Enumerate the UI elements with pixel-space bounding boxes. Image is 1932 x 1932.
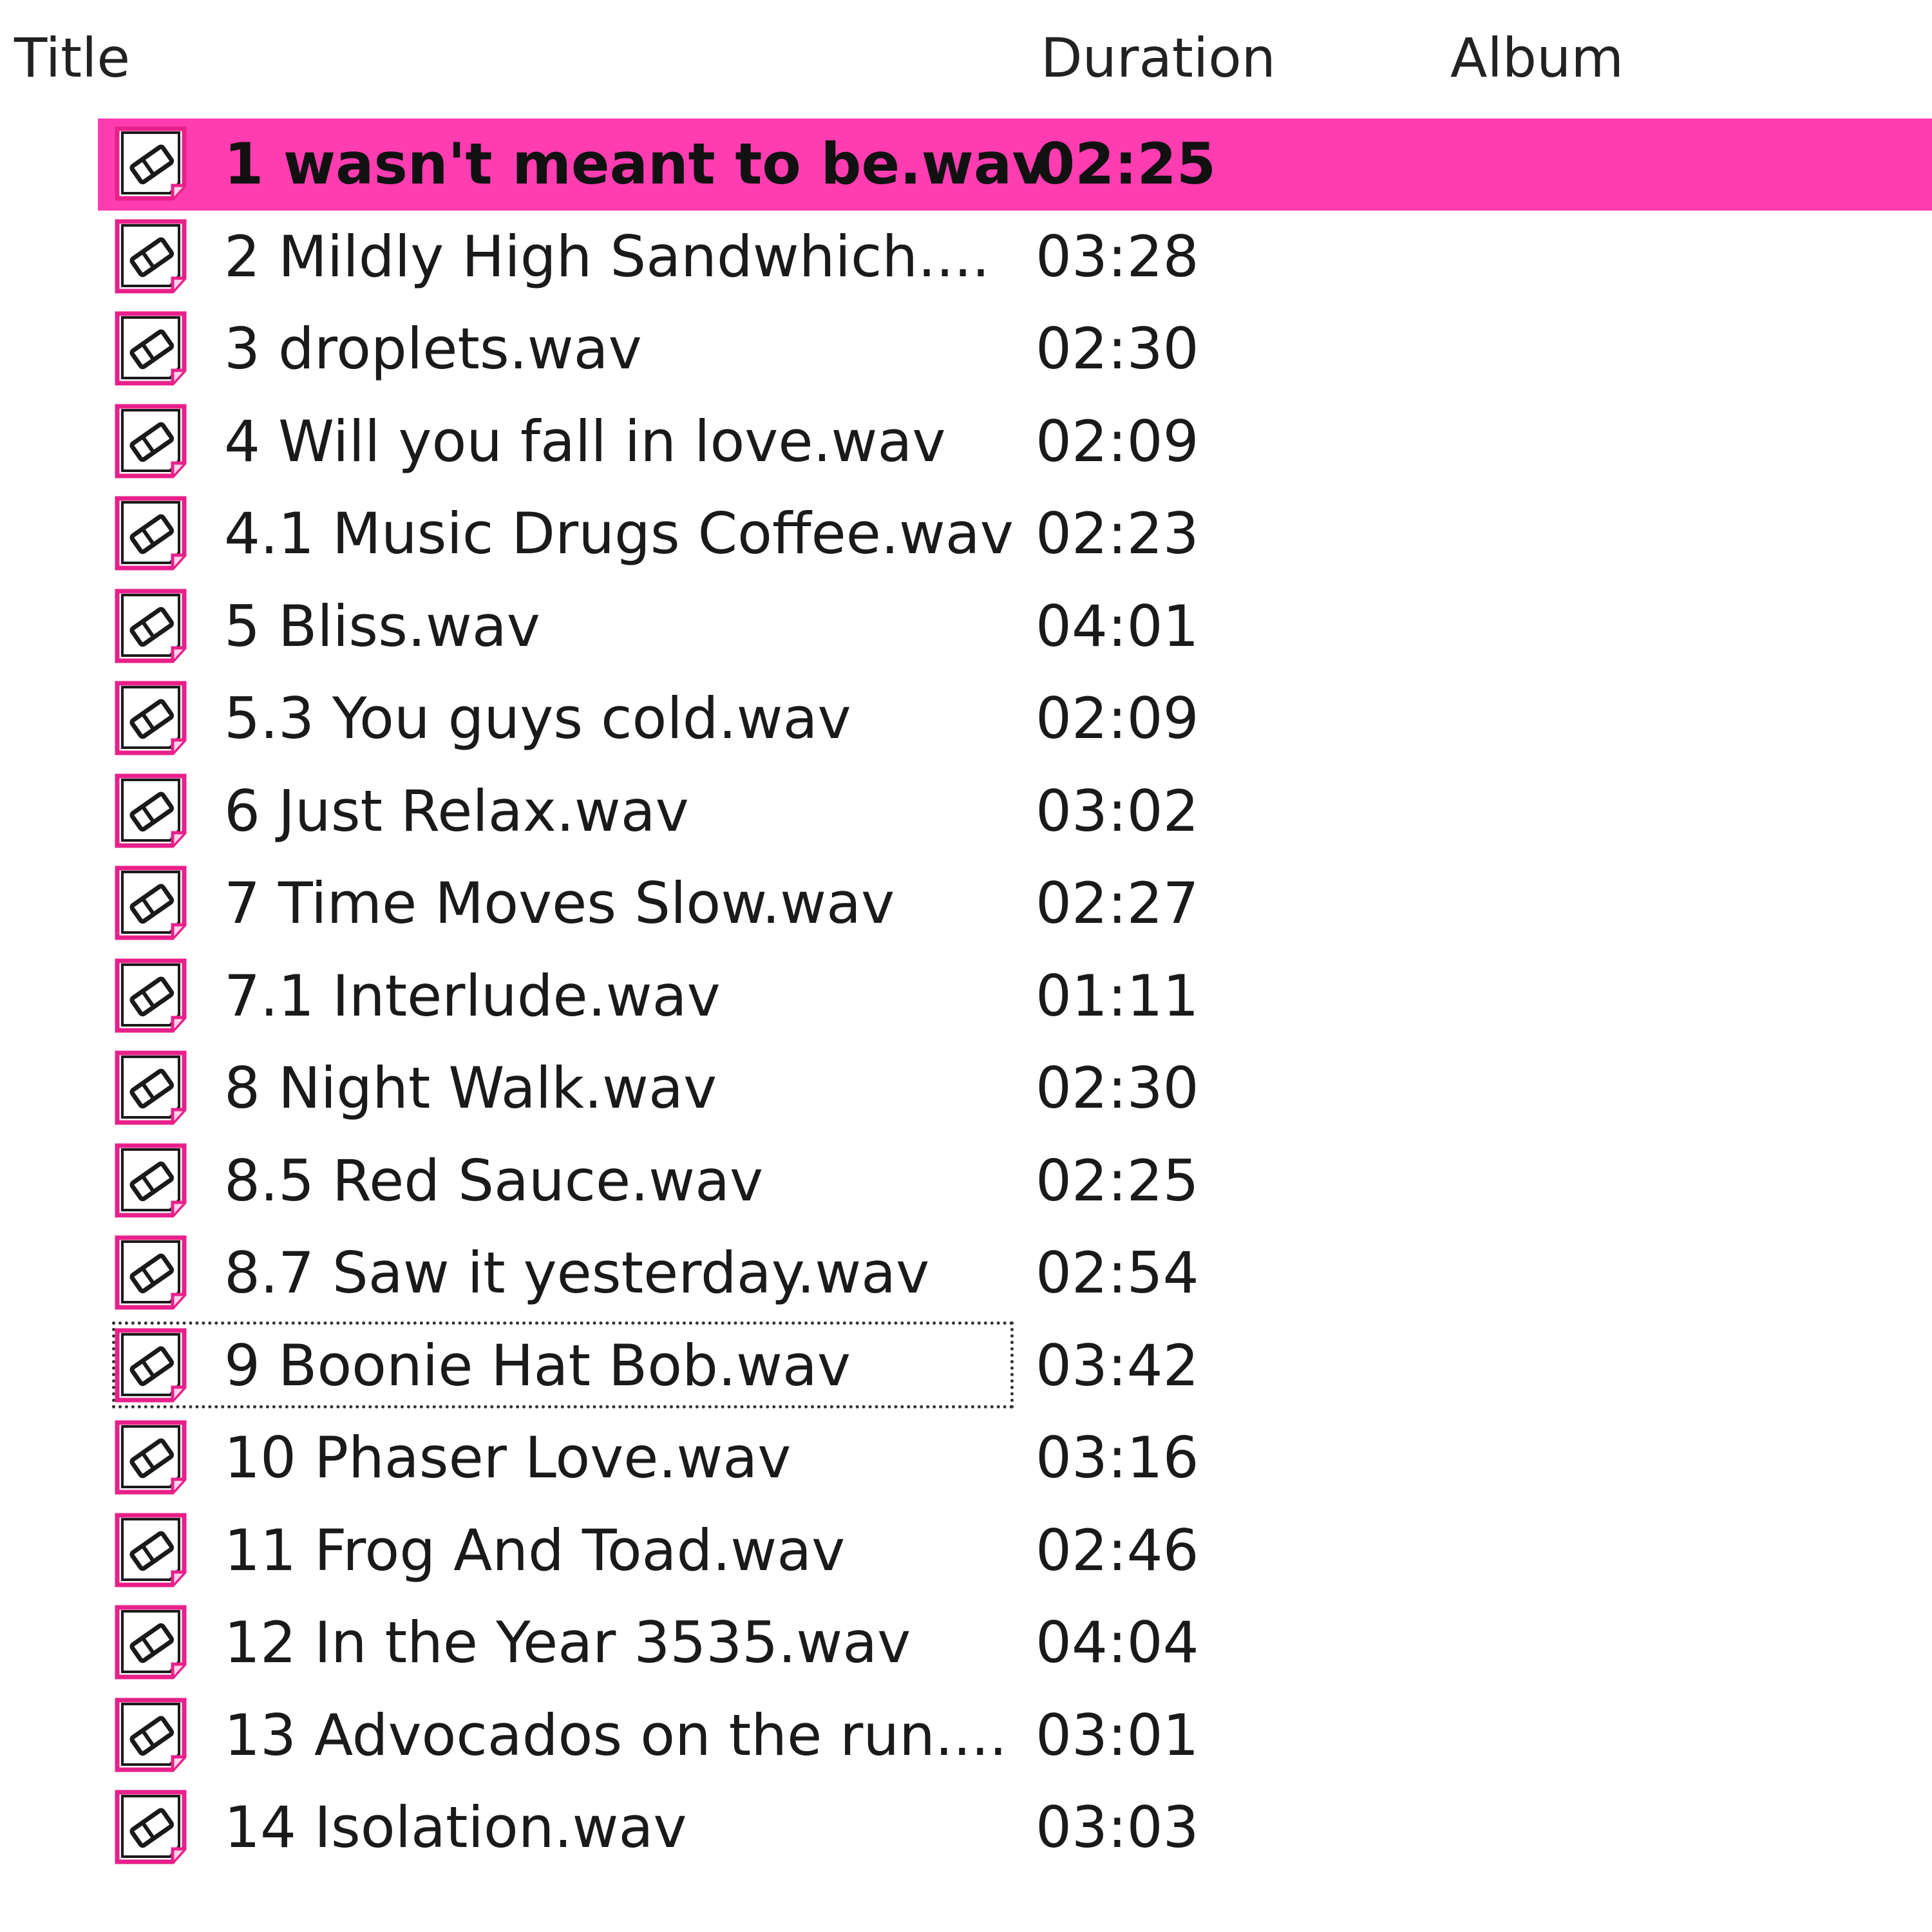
- audio-file-icon: [113, 1235, 191, 1311]
- audio-file-icon: [113, 866, 191, 942]
- track-duration: 04:04: [1036, 1609, 1199, 1676]
- audio-file-icon: [113, 1328, 191, 1404]
- audio-file-icon: [113, 126, 191, 202]
- track-duration: 03:16: [1036, 1425, 1199, 1491]
- track-title: 3 droplets.wav: [224, 316, 642, 382]
- track-row[interactable]: 5 Bliss.wav 04:01: [98, 581, 1932, 673]
- track-duration: 03:02: [1036, 778, 1199, 844]
- track-row[interactable]: 5.3 You guys cold.wav 02:09: [98, 673, 1932, 765]
- track-title: 14 Isolation.wav: [224, 1794, 687, 1861]
- audio-file-icon: [113, 1698, 191, 1774]
- track-duration: 04:01: [1036, 593, 1199, 659]
- audio-file-icon: [113, 1050, 191, 1126]
- track-row[interactable]: 11 Frog And Toad.wav 02:46: [98, 1505, 1932, 1597]
- audio-file-icon: [113, 681, 191, 757]
- track-row[interactable]: 4 Will you fall in love.wav 02:09: [98, 396, 1932, 488]
- track-title: 4 Will you fall in love.wav: [224, 408, 946, 475]
- track-row[interactable]: 3 droplets.wav 02:30: [98, 303, 1932, 395]
- audio-file-icon: [113, 1420, 191, 1496]
- audio-file-icon: [113, 1143, 191, 1219]
- track-row[interactable]: 6 Just Relax.wav 03:02: [98, 766, 1932, 858]
- track-title: 9 Boonie Hat Bob.wav: [224, 1332, 851, 1399]
- column-header-title[interactable]: Title: [14, 26, 130, 90]
- track-title: 12 In the Year 3535.wav: [224, 1609, 911, 1676]
- track-duration: 02:30: [1036, 316, 1199, 382]
- track-row[interactable]: 14 Isolation.wav 03:03: [98, 1782, 1932, 1874]
- track-row[interactable]: 7 Time Moves Slow.wav 02:27: [98, 858, 1932, 950]
- track-title: 7.1 Interlude.wav: [224, 963, 721, 1029]
- track-duration: 03:03: [1036, 1794, 1199, 1861]
- track-row[interactable]: 2 Mildly High Sandwhich.... 03:28: [98, 211, 1932, 303]
- track-title: 8.7 Saw it yesterday.wav: [224, 1240, 930, 1306]
- audio-file-icon: [113, 1790, 191, 1866]
- track-row[interactable]: 8.5 Red Sauce.wav 02:25: [98, 1135, 1932, 1227]
- track-row[interactable]: 1 wasn't meant to be.wav 02:25: [98, 118, 1932, 211]
- track-title: 1 wasn't meant to be.wav: [224, 131, 1049, 197]
- audio-file-icon: [113, 219, 191, 295]
- track-duration: 01:11: [1036, 963, 1199, 1029]
- track-title: 4.1 Music Drugs Coffee.wav: [224, 500, 1014, 567]
- track-title: 7 Time Moves Slow.wav: [224, 870, 895, 936]
- track-duration: 02:54: [1036, 1240, 1199, 1306]
- track-row[interactable]: 13 Advocados on the run.... 03:01: [98, 1690, 1932, 1782]
- track-row[interactable]: 10 Phaser Love.wav 03:16: [98, 1412, 1932, 1504]
- track-row[interactable]: 8 Night Walk.wav 02:30: [98, 1043, 1932, 1135]
- audio-file-icon: [113, 496, 191, 572]
- track-title: 11 Frog And Toad.wav: [224, 1517, 846, 1584]
- column-header-bar: Title Duration Album: [0, 0, 1932, 109]
- audio-file-icon: [113, 958, 191, 1034]
- track-duration: 02:23: [1036, 500, 1199, 567]
- track-title: 13 Advocados on the run....: [224, 1702, 1007, 1768]
- audio-file-icon: [113, 1605, 191, 1681]
- column-header-duration[interactable]: Duration: [1041, 26, 1276, 90]
- audio-file-icon: [113, 404, 191, 480]
- track-title: 5.3 You guys cold.wav: [224, 685, 851, 752]
- track-title: 5 Bliss.wav: [224, 593, 540, 659]
- track-duration: 03:01: [1036, 1702, 1199, 1768]
- track-duration: 03:28: [1036, 223, 1199, 290]
- column-header-album[interactable]: Album: [1450, 26, 1624, 90]
- track-title: 2 Mildly High Sandwhich....: [224, 223, 990, 290]
- track-duration: 02:46: [1036, 1517, 1199, 1584]
- track-duration: 02:09: [1036, 408, 1199, 475]
- audio-file-icon: [113, 1513, 191, 1589]
- track-row[interactable]: 12 In the Year 3535.wav 04:04: [98, 1597, 1932, 1689]
- track-title: 10 Phaser Love.wav: [224, 1425, 791, 1491]
- track-duration: 02:25: [1036, 131, 1217, 197]
- track-title: 8.5 Red Sauce.wav: [224, 1148, 764, 1214]
- track-row[interactable]: 8.7 Saw it yesterday.wav 02:54: [98, 1227, 1932, 1320]
- audio-file-icon: [113, 773, 191, 849]
- track-row[interactable]: 9 Boonie Hat Bob.wav 03:42: [98, 1320, 1932, 1412]
- track-duration: 02:25: [1036, 1148, 1199, 1214]
- track-title: 8 Night Walk.wav: [224, 1055, 717, 1121]
- track-title: 6 Just Relax.wav: [224, 778, 689, 844]
- track-duration: 02:09: [1036, 685, 1199, 752]
- track-row[interactable]: 7.1 Interlude.wav 01:11: [98, 951, 1932, 1043]
- track-duration: 02:27: [1036, 870, 1199, 936]
- track-duration: 03:42: [1036, 1332, 1199, 1399]
- audio-file-icon: [113, 589, 191, 665]
- track-duration: 02:30: [1036, 1055, 1199, 1121]
- audio-file-icon: [113, 311, 191, 387]
- track-row[interactable]: 4.1 Music Drugs Coffee.wav 02:23: [98, 488, 1932, 580]
